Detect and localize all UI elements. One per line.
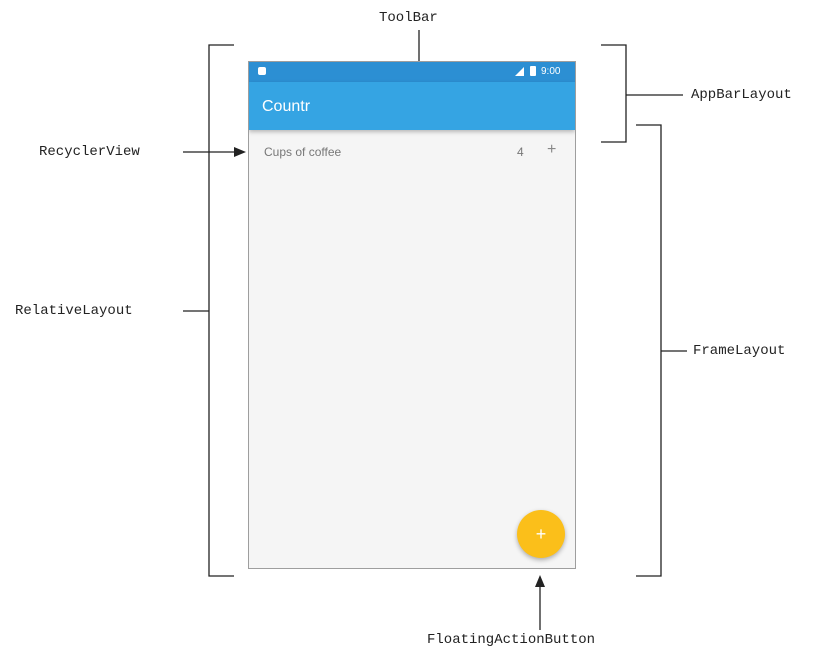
floating-action-button[interactable]: + bbox=[517, 510, 565, 558]
toolbar-title: Countr bbox=[262, 98, 311, 115]
framelayout-annotation: FrameLayout bbox=[693, 343, 786, 359]
toolbar: Countr bbox=[249, 82, 575, 130]
fab-add-icon: + bbox=[535, 524, 547, 544]
counter-label: Cups of coffee bbox=[264, 145, 342, 159]
appbarlayout-annotation: AppBarLayout bbox=[691, 87, 792, 103]
counter-value: 4 bbox=[517, 145, 524, 159]
phone-screen: 9:00 Countr Cups of coffee 4 + + bbox=[248, 61, 576, 569]
signal-icon bbox=[515, 67, 524, 76]
recyclerview-annotation: RecyclerView bbox=[39, 144, 140, 160]
fab-annotation: FloatingActionButton bbox=[427, 632, 596, 648]
status-time: 9:00 bbox=[541, 66, 561, 77]
app-notification-icon bbox=[258, 67, 266, 75]
add-icon[interactable]: + bbox=[547, 141, 556, 159]
toolbar-annotation: ToolBar bbox=[379, 10, 438, 26]
status-bar: 9:00 bbox=[249, 62, 575, 82]
battery-icon bbox=[530, 66, 536, 76]
relativelayout-annotation: RelativeLayout bbox=[15, 303, 133, 319]
list-item[interactable]: Cups of coffee 4 + bbox=[249, 130, 575, 174]
